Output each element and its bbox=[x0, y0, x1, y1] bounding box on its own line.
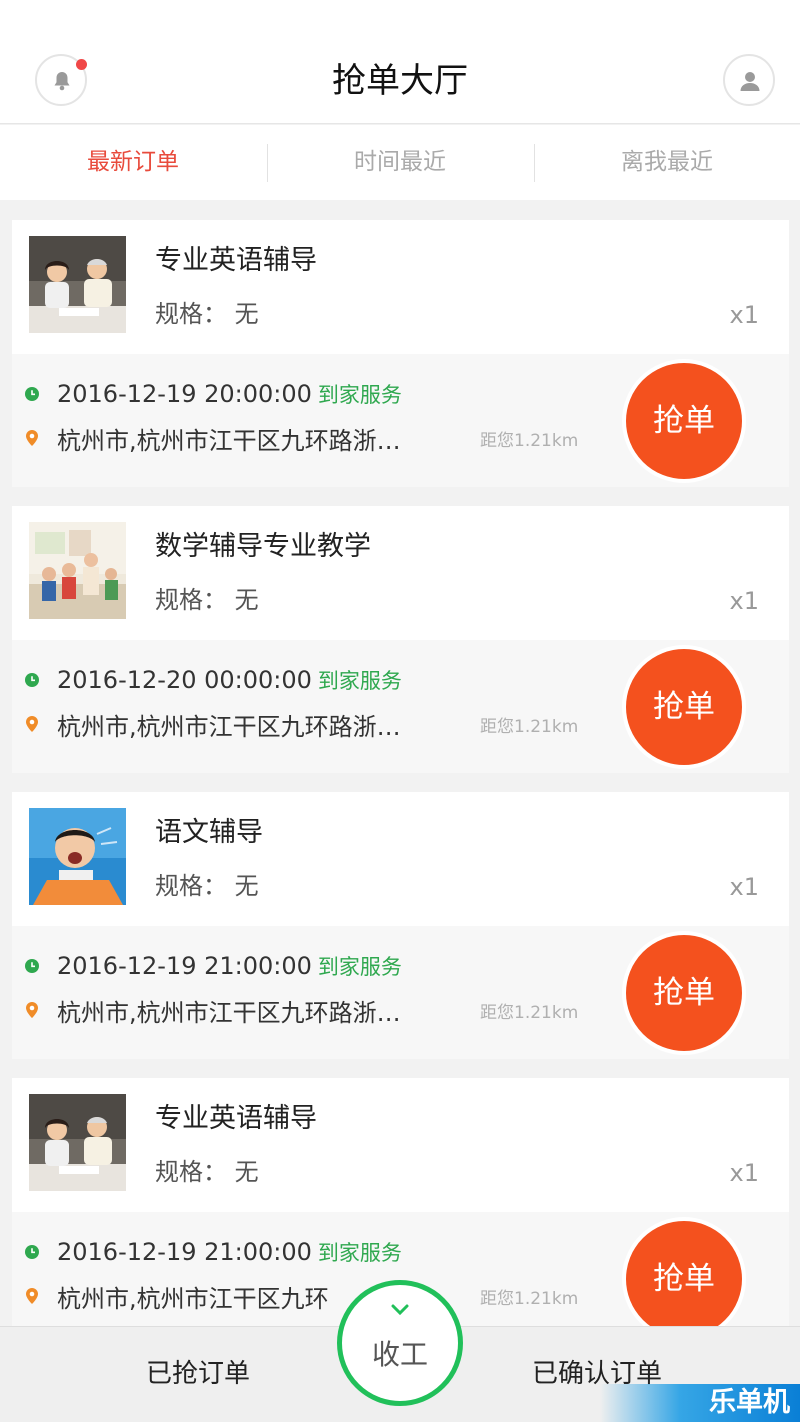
quantity: x1 bbox=[729, 587, 759, 615]
quantity: x1 bbox=[729, 873, 759, 901]
service-name: 专业英语辅导 bbox=[155, 245, 317, 276]
location-pin-icon bbox=[26, 1288, 38, 1304]
clock-icon bbox=[25, 673, 39, 687]
order-datetime: 2016-12-19 21:00:00 到家服务 bbox=[57, 1234, 402, 1271]
chevron-down-icon bbox=[391, 1304, 409, 1316]
service-name: 语文辅导 bbox=[155, 817, 263, 848]
service-type: 到家服务 bbox=[317, 955, 402, 979]
order-card[interactable]: 数学辅导专业教学 规格： 无 x1 2016-12-20 00:00:00 到家服… bbox=[12, 506, 789, 773]
top-bar: 抢单大厅 bbox=[0, 0, 800, 124]
order-address: 杭州市,杭州市江干区九环路浙… bbox=[57, 713, 401, 741]
finish-work-label: 收工 bbox=[371, 1338, 428, 1371]
page-title: 抢单大厅 bbox=[332, 61, 468, 101]
spec-text: 规格： 无 bbox=[155, 1158, 259, 1186]
spec-text: 规格： 无 bbox=[155, 586, 259, 614]
tab-time-nearest[interactable]: 时间最近 bbox=[267, 125, 533, 200]
order-details: 2016-12-19 20:00:00 到家服务 杭州市,杭州市江干区九环路浙… … bbox=[12, 354, 789, 487]
clock-icon bbox=[25, 1245, 39, 1259]
location-pin-icon bbox=[26, 1002, 38, 1018]
finish-work-button[interactable]: 收工 bbox=[337, 1280, 463, 1406]
sort-tabs: 最新订单 时间最近 离我最近 bbox=[0, 125, 800, 200]
spec-text: 规格： 无 bbox=[155, 872, 259, 900]
quantity: x1 bbox=[729, 1159, 759, 1187]
distance: 距您1.21km bbox=[480, 1003, 579, 1023]
tutoring-photo bbox=[29, 1094, 126, 1191]
datetime-text: 2016-12-19 21:00:00 bbox=[57, 1238, 312, 1266]
tab-latest-orders[interactable]: 最新订单 bbox=[0, 125, 266, 200]
order-datetime: 2016-12-19 20:00:00 到家服务 bbox=[57, 376, 402, 413]
service-type: 到家服务 bbox=[317, 383, 402, 407]
service-type: 到家服务 bbox=[317, 669, 402, 693]
grabbed-orders-tab[interactable]: 已抢订单 bbox=[146, 1356, 250, 1392]
order-card[interactable]: 语文辅导 规格： 无 x1 2016-12-19 21:00:00 到家服务 杭州… bbox=[12, 792, 789, 1059]
watermark-text: 乐单机 bbox=[709, 1387, 790, 1418]
clock-icon bbox=[25, 387, 39, 401]
distance: 距您1.21km bbox=[480, 1289, 579, 1309]
tutoring-photo bbox=[29, 236, 126, 333]
order-card[interactable]: 专业英语辅导 规格： 无 x1 2016-12-19 20:00:00 到家服务 … bbox=[12, 220, 789, 487]
order-datetime: 2016-12-20 00:00:00 到家服务 bbox=[57, 662, 402, 699]
order-address: 杭州市,杭州市江干区九环 bbox=[57, 1285, 329, 1313]
reading-child-photo bbox=[29, 808, 126, 905]
order-datetime: 2016-12-19 21:00:00 到家服务 bbox=[57, 948, 402, 985]
order-address: 杭州市,杭州市江干区九环路浙… bbox=[57, 427, 401, 455]
order-details: 2016-12-19 21:00:00 到家服务 杭州市,杭州市江干区九环路浙… … bbox=[12, 926, 789, 1059]
order-address: 杭州市,杭州市江干区九环路浙… bbox=[57, 999, 401, 1027]
grab-order-button[interactable]: 抢单 bbox=[622, 645, 746, 769]
clock-icon bbox=[25, 959, 39, 973]
classroom-photo bbox=[29, 522, 126, 619]
tab-distance-nearest[interactable]: 离我最近 bbox=[534, 125, 800, 200]
watermark: 乐单机 bbox=[600, 1384, 800, 1422]
location-pin-icon bbox=[26, 716, 38, 732]
user-icon bbox=[740, 72, 760, 91]
location-pin-icon bbox=[26, 430, 38, 446]
grab-order-button[interactable]: 抢单 bbox=[622, 359, 746, 483]
grab-order-button[interactable]: 抢单 bbox=[622, 1217, 746, 1341]
datetime-text: 2016-12-19 21:00:00 bbox=[57, 952, 312, 980]
profile-button[interactable] bbox=[723, 54, 775, 106]
service-name: 专业英语辅导 bbox=[155, 1103, 317, 1134]
spec-text: 规格： 无 bbox=[155, 300, 259, 328]
quantity: x1 bbox=[729, 301, 759, 329]
grab-order-button[interactable]: 抢单 bbox=[622, 931, 746, 1055]
service-type: 到家服务 bbox=[317, 1241, 402, 1265]
order-details: 2016-12-20 00:00:00 到家服务 杭州市,杭州市江干区九环路浙… … bbox=[12, 640, 789, 773]
distance: 距您1.21km bbox=[480, 717, 579, 737]
datetime-text: 2016-12-19 20:00:00 bbox=[57, 380, 312, 408]
distance: 距您1.21km bbox=[480, 431, 579, 451]
datetime-text: 2016-12-20 00:00:00 bbox=[57, 666, 312, 694]
service-name: 数学辅导专业教学 bbox=[155, 531, 371, 562]
